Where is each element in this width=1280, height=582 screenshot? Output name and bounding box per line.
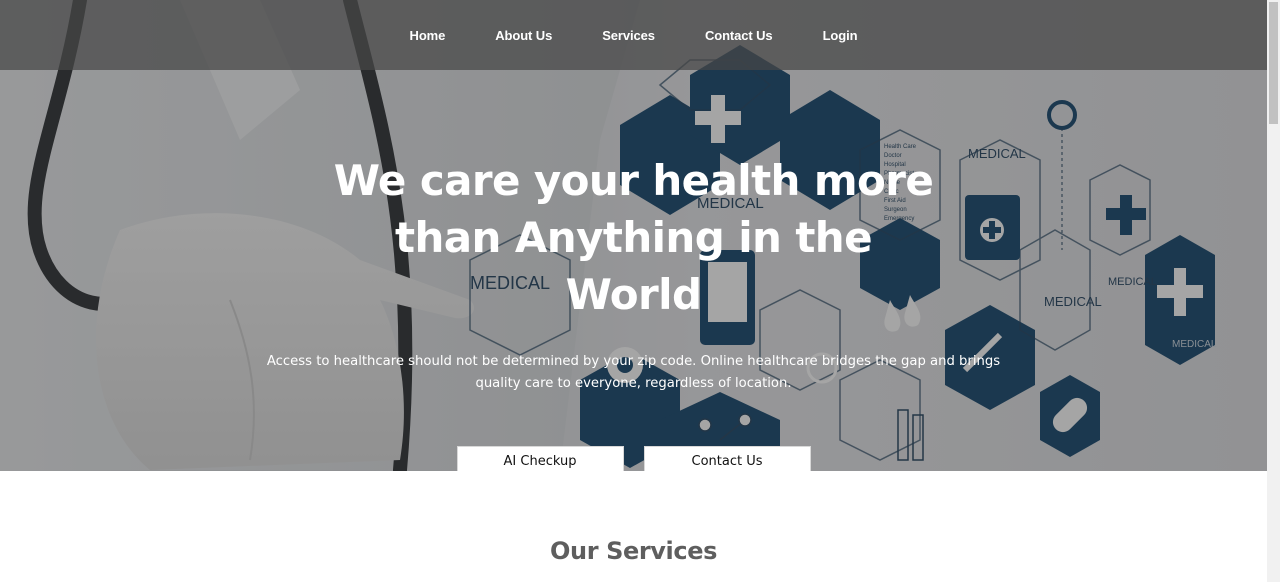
hero-title: We care your health more than Anything i… [333, 156, 934, 319]
nav-about-us-link[interactable]: About Us [495, 28, 552, 43]
top-navbar: Home About Us Services Contact Us Login [0, 0, 1267, 70]
contact-us-button[interactable]: Contact Us [643, 446, 811, 471]
hero-content: We care your health more than Anything i… [0, 152, 1267, 471]
hero-subtitle: Access to healthcare should not be deter… [266, 354, 1001, 391]
services-heading: Our Services [550, 537, 717, 565]
scrollbar-thumb[interactable] [1269, 2, 1278, 124]
ai-checkup-button[interactable]: AI Checkup [456, 446, 624, 471]
hero-section: MEDICAL MEDICAL MEDICAL MEDICAL MEDICAL … [0, 0, 1267, 471]
vertical-scrollbar[interactable] [1267, 0, 1280, 582]
nav-login-link[interactable]: Login [823, 28, 858, 43]
nav-contact-us-link[interactable]: Contact Us [705, 28, 773, 43]
nav-home-link[interactable]: Home [410, 28, 446, 43]
hero-button-group: AI Checkup Contact Us [0, 446, 1267, 471]
nav-services-link[interactable]: Services [602, 28, 655, 43]
page: MEDICAL MEDICAL MEDICAL MEDICAL MEDICAL … [0, 0, 1280, 582]
services-section: Our Services [0, 471, 1267, 582]
